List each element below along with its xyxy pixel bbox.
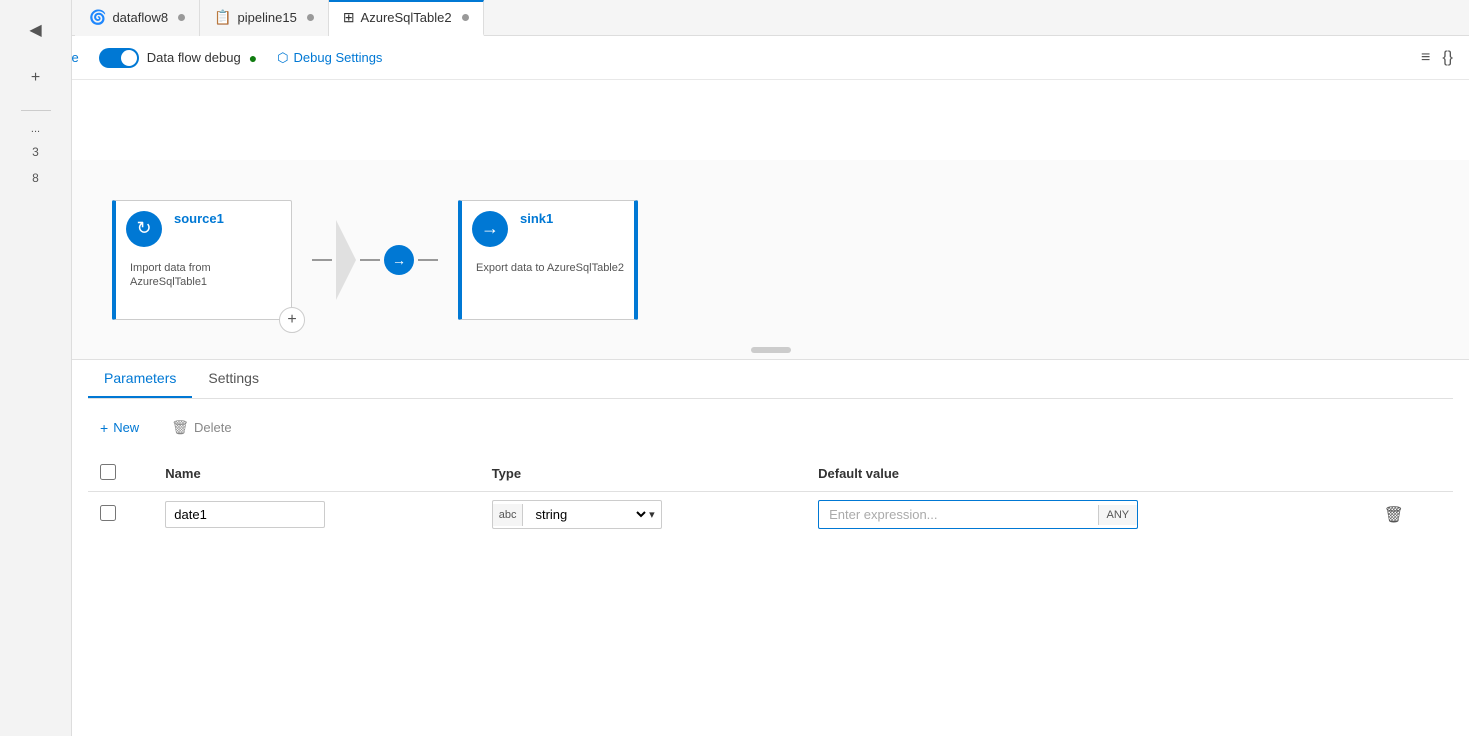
- debug-settings-label: Debug Settings: [294, 50, 383, 65]
- header-actions-col: [1368, 456, 1453, 492]
- debug-settings-icon: ⬡: [277, 50, 288, 66]
- expression-placeholder: Enter expression...: [819, 501, 1097, 528]
- debug-settings-button[interactable]: ⬡ Debug Settings: [277, 50, 382, 66]
- table-row: abc string integer boolean float ▾: [88, 492, 1453, 538]
- delete-parameter-button[interactable]: 🗑 Delete: [163, 415, 239, 440]
- debug-label: Data flow debug: [147, 50, 241, 65]
- delete-btn-label: Delete: [194, 420, 232, 435]
- row-action-cell: 🗑: [1368, 492, 1453, 538]
- dataflow-icon: 🌀: [89, 9, 106, 26]
- sink-node-title: sink1: [520, 211, 553, 226]
- sink-node-icon: →: [472, 211, 508, 247]
- header-default-value: Default value: [806, 456, 1367, 492]
- sidebar-dots: ...: [31, 123, 40, 135]
- connector-line-right: [360, 259, 380, 261]
- new-btn-label: New: [113, 420, 139, 435]
- debug-toggle-switch[interactable]: [99, 48, 139, 68]
- tab-dataflow8[interactable]: 🌀 dataflow8: [75, 0, 200, 36]
- resize-handle[interactable]: [751, 347, 791, 353]
- sink-node-container: → sink1 Export data to AzureSqlTable2: [458, 200, 638, 320]
- left-sidebar: ◀ + ... 3 8: [0, 0, 72, 736]
- source-node-title: source1: [174, 211, 224, 226]
- chevron-left-icon: ◀: [29, 20, 41, 40]
- source-node-add-btn[interactable]: +: [279, 307, 305, 333]
- source-node-subtitle: Import data fromAzureSqlTable1: [130, 261, 211, 290]
- row-name-cell: [153, 492, 479, 538]
- sink-node[interactable]: → sink1 Export data to AzureSqlTable2: [458, 200, 638, 320]
- toolbar: ✓ Validate Data flow debug ● ⬡ Debug Set…: [0, 36, 1469, 80]
- trash-icon: 🗑: [171, 419, 189, 436]
- type-prefix-label: abc: [493, 504, 524, 526]
- panel-tabs-row: Parameters Settings: [88, 360, 1453, 399]
- tab-azuresqltable2-dot: [462, 14, 469, 21]
- sidebar-line-3[interactable]: 3: [26, 143, 45, 161]
- pipeline-icon: 📋: [214, 9, 231, 26]
- debug-toggle-group: Data flow debug ●: [99, 48, 257, 68]
- source-node-container: ↻ source1 Import data fromAzureSqlTable1…: [112, 200, 292, 320]
- chevron-down-icon: ▾: [649, 508, 661, 521]
- canvas-area: ↻ source1 Import data fromAzureSqlTable1…: [72, 160, 1469, 360]
- tab-parameters-label: Parameters: [104, 370, 176, 386]
- tab-azuresqltable2-label: AzureSqlTable2: [361, 10, 452, 25]
- tab-dataflow8-label: dataflow8: [112, 10, 168, 25]
- tab-settings[interactable]: Settings: [192, 360, 275, 398]
- tab-pipeline15[interactable]: 📋 pipeline15: [200, 0, 329, 36]
- connector-line-post: [418, 259, 438, 261]
- tab-settings-label: Settings: [208, 370, 259, 386]
- code-view-icon[interactable]: {}: [1442, 49, 1453, 67]
- tab-parameters[interactable]: Parameters: [88, 360, 192, 398]
- list-view-icon[interactable]: ≡: [1421, 49, 1430, 67]
- source-node-icon: ↻: [126, 211, 162, 247]
- expression-input-wrapper[interactable]: Enter expression... ANY: [818, 500, 1138, 529]
- type-select[interactable]: string integer boolean float: [523, 501, 649, 528]
- header-checkbox-col: [88, 456, 153, 492]
- row-type-cell: abc string integer boolean float ▾: [480, 492, 806, 538]
- tab-pipeline15-label: pipeline15: [238, 10, 297, 25]
- connector-line-left: [312, 259, 332, 261]
- debug-status-icon: ●: [249, 50, 257, 66]
- type-select-wrapper: abc string integer boolean float ▾: [492, 500, 662, 529]
- row-checkbox-cell: [88, 492, 153, 538]
- row-default-cell: Enter expression... ANY: [806, 492, 1367, 538]
- tab-bar: 🌀 dataflow8 📋 pipeline15 ⊞ AzureSqlTable…: [0, 0, 1469, 36]
- header-name: Name: [153, 456, 479, 492]
- bottom-panel: Parameters Settings + New 🗑 Delete: [72, 360, 1469, 537]
- panel-actions: + New 🗑 Delete: [88, 415, 1453, 440]
- sidebar-add-btn[interactable]: +: [16, 58, 56, 98]
- plus-icon: +: [31, 69, 40, 87]
- sidebar-divider: [21, 110, 51, 111]
- header-type: Type: [480, 456, 806, 492]
- parameters-table: Name Type Default value: [88, 456, 1453, 537]
- main-content: ↻ source1 Import data fromAzureSqlTable1…: [72, 160, 1469, 537]
- sidebar-line-8[interactable]: 8: [26, 169, 45, 187]
- select-all-checkbox[interactable]: [100, 464, 116, 480]
- tab-azuresqltable2[interactable]: ⊞ AzureSqlTable2: [329, 0, 484, 36]
- toolbar-right: ≡ {}: [1421, 49, 1453, 67]
- arrow-node[interactable]: →: [384, 245, 414, 275]
- name-input[interactable]: [165, 501, 325, 528]
- expression-type-badge: ANY: [1098, 505, 1138, 525]
- sink-node-subtitle: Export data to AzureSqlTable2: [476, 261, 624, 275]
- table-header-row: Name Type Default value: [88, 456, 1453, 492]
- delete-row-button[interactable]: 🗑: [1380, 503, 1408, 528]
- source-node[interactable]: ↻ source1 Import data fromAzureSqlTable1…: [112, 200, 292, 320]
- tab-dataflow8-dot: [178, 14, 185, 21]
- new-parameter-button[interactable]: + New: [92, 415, 147, 440]
- row-checkbox[interactable]: [100, 505, 116, 521]
- node-connector: →: [312, 220, 438, 300]
- sidebar-collapse-btn[interactable]: ◀: [16, 10, 56, 50]
- tab-pipeline15-dot: [307, 14, 314, 21]
- table-icon: ⊞: [343, 9, 355, 26]
- plus-icon: +: [100, 420, 108, 436]
- connector-divider: [336, 220, 356, 300]
